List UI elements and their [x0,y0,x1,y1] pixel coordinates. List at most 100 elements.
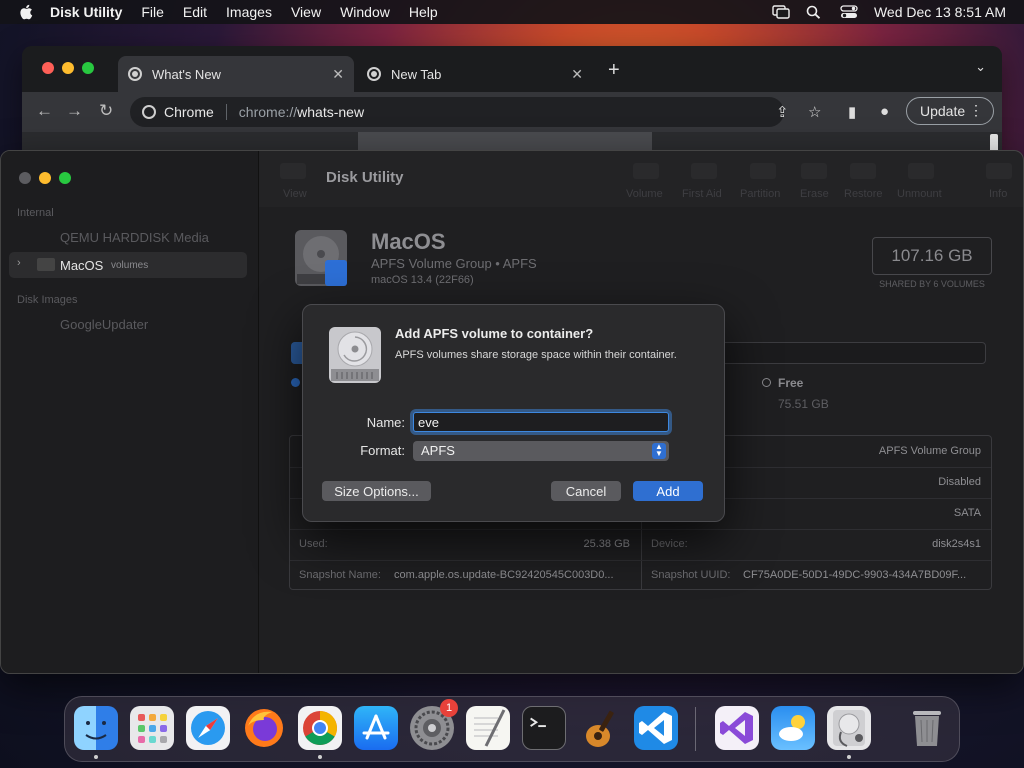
chrome-close-button[interactable] [42,62,54,74]
finder-icon[interactable] [74,706,118,750]
sidebar-item-macos[interactable]: › MacOS volumes [9,252,247,278]
vscode-icon[interactable] [634,706,678,750]
chrome-icon[interactable] [298,706,342,750]
volume-subtitle: APFS Volume Group • APFS [371,256,537,271]
sidebar-item-qemu-disk[interactable]: QEMU HARDDISK Media [60,230,209,245]
toolbar-erase[interactable]: Erase [800,188,829,200]
sidebar: Internal QEMU HARDDISK Media › MacOS vol… [1,151,259,673]
settings-notification-badge: 1 [440,699,458,717]
more-menu-icon[interactable]: ⋮ [969,102,983,119]
toolbar-partition[interactable]: Partition [740,188,780,200]
tab-search-chevron-icon[interactable]: ⌄ [975,59,986,75]
menu-edit[interactable]: Edit [183,4,207,20]
update-button[interactable]: Update ⋮ [906,97,994,125]
tab-new-tab[interactable]: New Tab ✕ [357,56,593,92]
reload-icon[interactable]: ↻ [99,101,113,121]
volume-icon [37,258,55,271]
restore-icon[interactable] [850,163,876,179]
disclosure-chevron-icon[interactable]: › [17,257,21,269]
side-panel-icon[interactable]: ▮ [848,103,856,121]
weather-icon[interactable] [771,706,815,750]
menu-bar: Disk Utility File Edit Images View Windo… [0,0,1024,24]
chrome-favicon-icon [128,67,142,81]
terminal-icon[interactable] [522,706,566,750]
disk-utility-icon[interactable] [827,706,871,750]
info-owners-value: Disabled [938,476,981,488]
info-icon[interactable] [986,163,1012,179]
volume-os-version: macOS 13.4 (22F66) [371,274,474,286]
cancel-button[interactable]: Cancel [551,481,621,501]
share-icon[interactable]: ⇪ [776,103,789,121]
first-aid-icon[interactable] [691,163,717,179]
trash-icon[interactable] [905,706,949,750]
spotlight-search-icon[interactable] [806,5,824,19]
used-legend-dot [291,378,300,387]
new-tab-plus-icon[interactable]: + [608,59,620,82]
sidebar-section-internal: Internal [17,207,54,219]
running-indicator [318,755,322,759]
free-value: 75.51 GB [778,397,829,411]
apple-menu-icon[interactable] [18,4,34,20]
partition-icon[interactable] [750,163,776,179]
garageband-icon[interactable] [578,706,622,750]
tab-title: New Tab [391,66,442,82]
menu-file[interactable]: File [141,4,164,20]
back-arrow-icon[interactable]: ← [36,101,53,121]
forward-arrow-icon[interactable]: → [66,101,83,121]
erase-icon[interactable] [801,163,827,179]
chrome-minimize-button[interactable] [62,62,74,74]
profile-avatar-icon[interactable]: ● [880,103,889,120]
toolbar-first-aid[interactable]: First Aid [682,188,722,200]
screen-mirroring-icon[interactable] [772,5,790,19]
menu-images[interactable]: Images [226,4,272,20]
chrome-zoom-button[interactable] [82,62,94,74]
textedit-icon[interactable] [466,706,510,750]
sidebar-item-googleupdater[interactable]: GoogleUpdater [60,317,148,332]
menu-clock[interactable]: Wed Dec 13 8:51 AM [874,4,1006,20]
control-center-icon[interactable] [840,5,858,19]
running-indicator [94,755,98,759]
info-snapshot-uuid-key: Snapshot UUID: [651,569,731,581]
hard-disk-icon [295,230,347,286]
app-store-icon[interactable] [354,706,398,750]
toolbar-view[interactable]: View [283,188,307,200]
menu-view[interactable]: View [291,4,321,20]
bookmark-star-icon[interactable]: ☆ [808,103,821,121]
visual-studio-icon[interactable] [715,706,759,750]
address-bar[interactable]: Chrome chrome:// whats-new [130,97,784,127]
du-minimize-button[interactable] [39,172,51,184]
hard-disk-icon [329,327,381,383]
toolbar-unmount[interactable]: Unmount [897,188,942,200]
launchpad-icon[interactable] [130,706,174,750]
menu-window[interactable]: Window [340,4,390,20]
free-legend-dot [762,378,771,387]
info-connection-value: SATA [953,507,981,519]
add-button[interactable]: Add [633,481,703,501]
info-used-value: 25.38 GB [583,538,630,550]
toolbar-info[interactable]: Info [989,188,1007,200]
format-selected-value: APFS [421,443,455,458]
view-toggle-icon[interactable] [280,163,306,179]
info-type-value: APFS Volume Group [878,445,981,457]
format-label: Format: [360,443,405,458]
du-close-button[interactable] [19,172,31,184]
size-options-button[interactable]: Size Options... [322,481,431,501]
du-zoom-button[interactable] [59,172,71,184]
safari-icon[interactable] [186,706,230,750]
unmount-icon[interactable] [908,163,934,179]
toolbar-restore[interactable]: Restore [844,188,883,200]
tab-close-icon[interactable]: ✕ [571,66,583,83]
running-indicator [847,755,851,759]
chrome-toolbar: ← → ↻ Chrome chrome:// whats-new ⇪ ☆ ▮ ●… [22,92,1002,132]
menu-app-name[interactable]: Disk Utility [50,4,122,20]
tab-close-icon[interactable]: ✕ [332,66,344,83]
volume-add-icon[interactable] [633,163,659,179]
dialog-title: Add APFS volume to container? [395,326,594,341]
firefox-icon[interactable] [242,706,286,750]
menu-help[interactable]: Help [409,4,438,20]
dialog-message: APFS volumes share storage space within … [395,349,677,361]
volume-name-input[interactable] [413,412,669,432]
tab-whats-new[interactable]: What's New ✕ [118,56,354,92]
format-select[interactable]: APFS ▲ ▼ [413,441,669,461]
toolbar-volume[interactable]: Volume [626,188,663,200]
